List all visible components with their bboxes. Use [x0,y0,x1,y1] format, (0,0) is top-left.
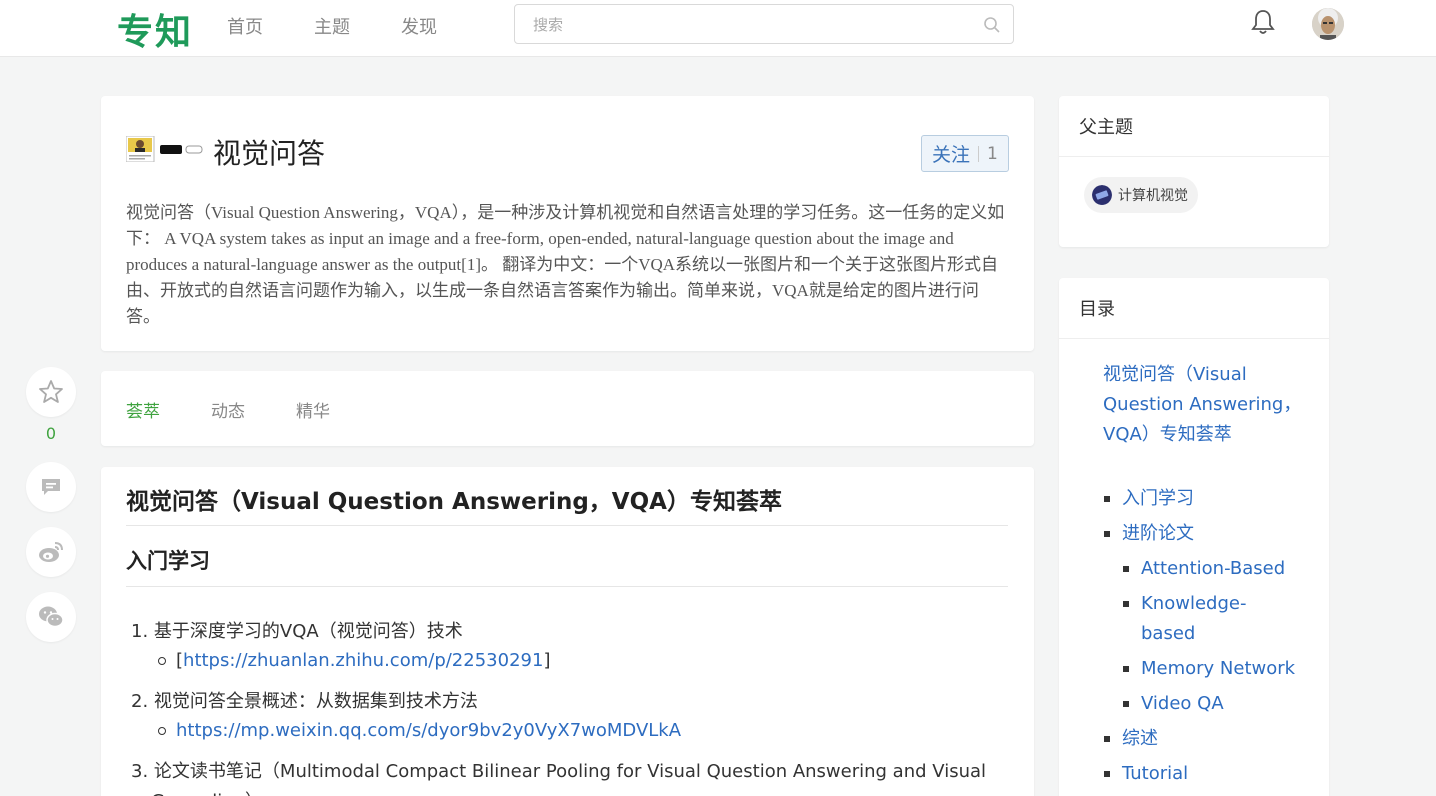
list-sub-item: [https://zhuanlan.zhihu.com/p/22530291] [158,650,550,671]
nav-topics[interactable]: 主题 [314,13,350,39]
toc-link-video[interactable]: Video QA [1123,689,1224,719]
toc-link-memory[interactable]: Memory Network [1122,654,1295,684]
site-logo[interactable]: 专知 [117,3,193,55]
user-avatar[interactable] [1312,8,1344,40]
follower-count: 1 [987,143,998,164]
toc-card: 目录 视觉问答（Visual Question Answering，VQA）专知… [1059,278,1329,796]
toc-link-survey[interactable]: 综述 [1104,724,1158,754]
weibo-icon [39,542,63,562]
comment-button[interactable] [26,462,76,512]
star-icon [39,380,63,403]
favorite-count: 0 [45,424,57,443]
tab-activity[interactable]: 动态 [211,397,245,422]
parent-topic-chip[interactable]: 计算机视觉 [1084,177,1198,213]
nav-discover[interactable]: 发现 [401,13,437,39]
link-weixin[interactable]: https://mp.weixin.qq.com/s/dyor9bv2y0VyX… [176,720,681,741]
toc-link-attention[interactable]: Attention-Based [1122,554,1285,584]
comment-icon [42,479,60,495]
toc-link-advanced[interactable]: 进阶论文 [1104,519,1194,549]
topic-title: 视觉问答 [213,137,326,170]
computer-vision-icon [1092,185,1112,205]
top-header: 专知 首页 主题 发现 [0,0,1436,57]
tab-highlights[interactable]: 荟萃 [126,397,160,422]
parent-topic-label: 计算机视觉 [1118,188,1188,204]
section-heading: 入门学习 [126,549,210,573]
topic-card: 视觉问答 关注 1 视觉问答（Visual Question Answering… [101,96,1034,351]
search-input[interactable] [533,14,973,36]
list-sub-item: https://mp.weixin.qq.com/s/dyor9bv2y0VyX… [158,720,681,741]
nav-home[interactable]: 首页 [227,13,263,39]
toc-link-intro[interactable]: 入门学习 [1104,484,1194,514]
link-zhihu[interactable]: https://zhuanlan.zhihu.com/p/22530291 [183,650,543,671]
weibo-share-button[interactable] [26,527,76,577]
list-item: 2. 视觉问答全景概述：从数据集到技术方法 [131,691,478,712]
list-item: 1. 基于深度学习的VQA（视觉问答）技术 [131,621,463,642]
search-box [514,4,1014,44]
toc-link-tutorial[interactable]: Tutorial [1103,759,1188,789]
list-item-continuation: Grounding） [151,787,263,796]
search-icon[interactable] [983,16,1001,34]
topic-thumbnail-images [125,135,204,163]
toc-divider [1059,338,1329,339]
section-divider [126,586,1008,587]
parent-topic-heading: 父主题 [1079,117,1133,138]
toc-link-knowledge[interactable]: Knowledge-based [1123,589,1261,649]
heading-divider [126,525,1008,526]
list-item: 3. 论文读书笔记（Multimodal Compact Bilinear Po… [131,761,987,782]
wechat-icon [39,606,64,628]
follow-label: 关注 [932,144,971,166]
toc-link-main[interactable]: 视觉问答（Visual Question Answering，VQA）专知荟萃 [1103,360,1303,450]
topic-tabs: 荟萃 动态 精华 [101,371,1034,446]
tab-featured[interactable]: 精华 [296,397,330,422]
content-heading: 视觉问答（Visual Question Answering，VQA）专知荟萃 [126,489,782,515]
favorite-button[interactable] [26,367,76,417]
topic-description: 视觉问答（Visual Question Answering，VQA），是一种涉… [126,203,1005,326]
wechat-share-button[interactable] [26,592,76,642]
toc-heading: 目录 [1079,299,1115,320]
parent-topic-card: 父主题 计算机视觉 [1059,96,1329,247]
bell-icon[interactable] [1250,8,1276,36]
parent-topic-divider [1059,156,1329,157]
follow-divider [978,145,980,162]
content-card: 视觉问答（Visual Question Answering，VQA）专知荟萃 … [101,467,1034,796]
follow-button[interactable]: 关注 1 [921,135,1009,172]
